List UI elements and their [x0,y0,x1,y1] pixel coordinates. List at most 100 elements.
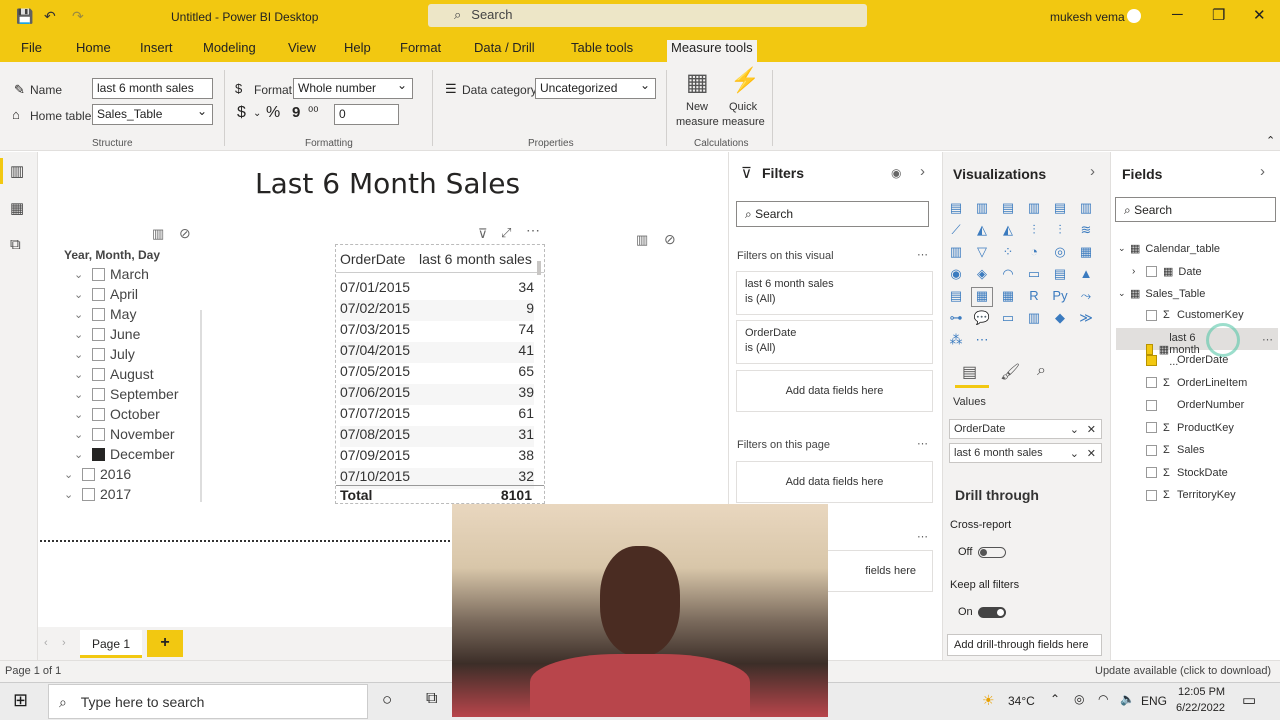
remove-icon[interactable]: ✕ [1087,447,1096,460]
menu-insert[interactable]: Insert [140,40,173,55]
line-column-icon[interactable]: ⫶ [1024,222,1044,240]
calculator-icon[interactable]: ▦ [686,68,709,97]
slicer-checkbox[interactable] [92,387,105,401]
table-icon[interactable]: ▦ [971,287,993,307]
donut-icon[interactable]: ◎ [1050,244,1070,262]
field-checkbox[interactable] [1146,266,1157,277]
clock-date[interactable]: 6/22/2022 [1176,702,1225,714]
quick-measure-icon[interactable]: ⚡ [730,66,760,95]
chevron-right-icon[interactable]: › [1132,266,1146,277]
field-item[interactable]: Σ ProductKey [1146,422,1234,434]
table-row[interactable]: 07/09/2015 38 [340,447,534,468]
notification-icon[interactable]: ▭ [1242,691,1256,709]
cortana-icon[interactable]: ○ [382,690,392,710]
python-visual-icon[interactable]: Py [1050,288,1070,306]
column-header-measure[interactable]: last 6 month sales [419,251,532,267]
chevron-down-icon[interactable]: ⌄ [64,468,82,481]
name-input[interactable]: last 6 month sales [92,78,213,99]
decimal-button[interactable]: ⁰⁰ [308,104,318,120]
clustered-column-icon[interactable]: ▥ [1024,200,1044,218]
redo-icon[interactable]: ↷ [72,8,84,25]
cross-report-toggle[interactable] [978,547,1006,558]
chevron-down-icon[interactable]: ⌄ [1118,288,1130,299]
chevron-down-icon[interactable]: ⌄ [74,408,92,421]
table-row[interactable]: 07/03/2015 74 [340,321,534,342]
field-checkbox[interactable] [1146,354,1157,366]
menu-help[interactable]: Help [344,40,371,55]
currency-button[interactable]: $ [237,104,246,122]
report-title[interactable]: Last 6 Month Sales [255,167,520,200]
menu-data-drill[interactable]: Data / Drill [474,40,535,55]
more-options-icon[interactable]: ⋯ [526,222,540,239]
column-100-icon[interactable]: ▥ [1076,200,1096,218]
slicer-item[interactable]: ⌄ October [74,406,160,422]
menu-format[interactable]: Format [400,40,441,55]
slicer-checkbox[interactable] [92,287,105,301]
minimize-icon[interactable]: ─ [1172,6,1183,23]
field-item[interactable]: Σ CustomerKey [1146,309,1244,321]
fields-search-input[interactable]: ⌕ Search [1115,197,1276,222]
weather-icon[interactable]: ☀ [982,692,995,709]
menu-table-tools[interactable]: Table tools [571,40,633,55]
table-calendar[interactable]: ⌄ ▦ Calendar_table [1118,242,1220,256]
slicer-checkbox[interactable] [82,487,95,501]
restore-icon[interactable]: ❐ [1212,6,1225,24]
keep-filters-toggle[interactable] [978,607,1006,618]
slicer-checkbox[interactable] [92,407,105,421]
matrix-icon[interactable]: ▦ [998,288,1018,306]
wifi-icon[interactable]: ◠ [1098,692,1108,706]
values-well-measure[interactable]: last 6 month sales ⌄ ✕ [949,443,1102,463]
slicer-checkbox[interactable] [92,367,105,381]
slicer-item[interactable]: ⌄ May [74,306,136,322]
filters-search-input[interactable]: ⌕ Search [736,201,929,227]
report-view-icon[interactable]: ▥ [10,162,24,180]
fields-tab-icon[interactable]: ▤ [962,362,977,382]
slicer-year-item[interactable]: ⌄ 2016 [64,466,131,482]
add-page-filter-dropzone[interactable]: Add data fields here [736,461,933,503]
chevron-down-icon[interactable]: ⌄ [74,428,92,441]
format-paint-icon[interactable]: 🖌 [1000,362,1020,382]
focus-mode-icon[interactable]: ⤢ [501,225,511,241]
chevron-down-icon[interactable]: ⌄ [1070,423,1079,436]
r-visual-icon[interactable]: R [1024,288,1044,306]
new-measure-label-2[interactable]: measure [676,116,719,128]
multirow-card-icon[interactable]: ▤ [1050,266,1070,284]
menu-file[interactable]: File [21,40,42,55]
table-row[interactable]: 07/05/2015 65 [340,363,534,384]
map-icon[interactable]: ◉ [946,266,966,284]
stacked-area-icon[interactable]: ◭ [998,222,1018,240]
user-name[interactable]: mukesh vema [1050,10,1125,24]
temperature[interactable]: 34°C [1008,694,1035,708]
prev-page-icon[interactable]: ‹ [44,637,48,649]
stacked-bar-icon[interactable]: ▤ [998,200,1018,218]
more-options-icon[interactable]: ⋯ [917,437,928,450]
kpi-icon[interactable]: ▲ [1076,266,1096,284]
menu-view[interactable]: View [288,40,316,55]
column-header-orderdate[interactable]: OrderDate [340,251,405,267]
speaker-icon[interactable]: 🔈 [1120,692,1135,706]
next-page-icon[interactable]: › [62,637,66,649]
more-options-icon[interactable]: ⋯ [1262,333,1273,346]
update-available-link[interactable]: Update available (click to download) [1095,665,1271,677]
slicer-item[interactable]: ⌄ April [74,286,138,302]
chevron-right-icon[interactable]: › [1090,163,1095,180]
table-row[interactable]: 07/08/2015 31 [340,426,534,447]
qa-icon[interactable]: 💬 [972,310,992,328]
table-visual[interactable]: OrderDate last 6 month sales 07/01/2015 3… [335,244,545,504]
values-well-orderdate[interactable]: OrderDate ⌄ ✕ [949,419,1102,439]
slicer-item[interactable]: ⌄ November [74,426,175,442]
chevron-right-icon[interactable]: › [920,163,925,180]
analytics-icon[interactable]: ⌕ [1037,362,1046,380]
table-scrollbar[interactable] [537,261,541,275]
tray-app-icon[interactable]: ◎ [1074,692,1084,706]
chevron-down-icon[interactable]: ⌄ [74,348,92,361]
language-indicator[interactable]: ENG [1141,694,1167,708]
slicer-scrollbar[interactable] [200,310,202,502]
menu-home[interactable]: Home [76,40,111,55]
close-icon[interactable]: ✕ [1253,6,1266,24]
card-icon[interactable]: ▭ [1024,266,1044,284]
chevron-down-icon[interactable]: ⌄ [74,308,92,321]
menu-modeling[interactable]: Modeling [203,40,256,55]
save-icon[interactable]: 💾 [16,8,33,25]
format-select[interactable]: Whole number [293,78,413,99]
